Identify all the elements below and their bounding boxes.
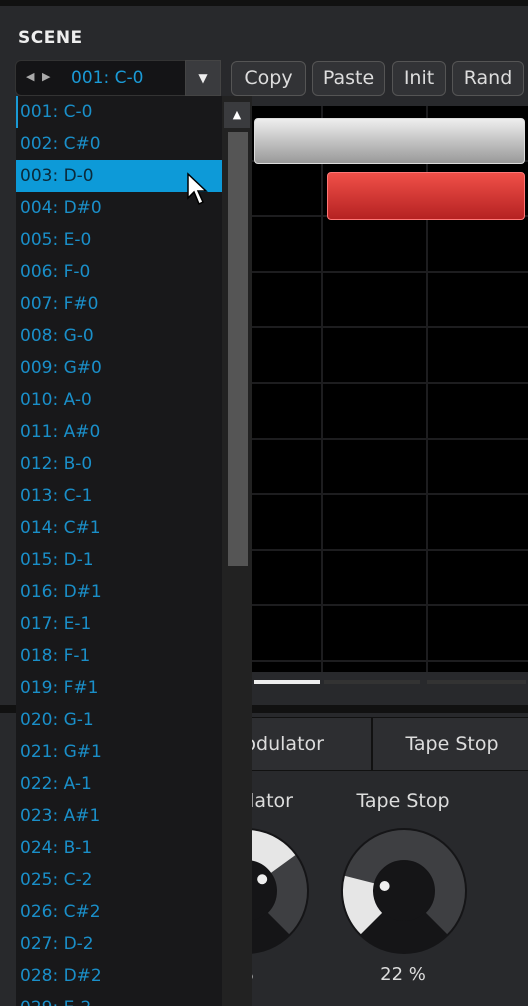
dropdown-item[interactable]: 007: F#0 — [16, 288, 222, 320]
knob-value-tape-stop: 22 % — [380, 964, 426, 985]
dropdown-item[interactable]: 017: E-1 — [16, 608, 222, 640]
knob-center — [374, 861, 434, 921]
dropdown-item[interactable]: 025: C-2 — [16, 864, 222, 896]
dropdown-item[interactable]: 006: F-0 — [16, 256, 222, 288]
dropdown-item[interactable]: 020: G-1 — [16, 704, 222, 736]
grid-line — [321, 106, 323, 672]
dropdown-item[interactable]: 028: D#2 — [16, 960, 222, 992]
grid-line — [252, 270, 528, 273]
paste-button[interactable]: Paste — [312, 61, 385, 96]
grid-line — [252, 660, 528, 662]
rand-button[interactable]: Rand — [452, 61, 524, 96]
init-button[interactable]: Init — [392, 61, 446, 96]
dropdown-item[interactable]: 005: E-0 — [16, 224, 222, 256]
dropdown-item[interactable]: 002: C#0 — [16, 128, 222, 160]
knob-value-arc — [343, 875, 383, 935]
dropdown-item[interactable]: 013: C-1 — [16, 480, 222, 512]
dropdown-item[interactable]: 012: B-0 — [16, 448, 222, 480]
grid-scroll-indicator[interactable] — [254, 680, 320, 684]
grid-line — [252, 493, 528, 496]
dropdown-item[interactable]: 011: A#0 — [16, 416, 222, 448]
scene-title: SCENE — [18, 28, 83, 48]
dropdown-toggle-button[interactable]: ▼ — [185, 60, 221, 96]
scene-selected-value: 001: C-0 — [71, 68, 144, 88]
copy-button[interactable]: Copy — [231, 61, 306, 96]
knob-label-tape-stop: Tape Stop — [356, 790, 450, 812]
dropdown-item[interactable]: 014: C#1 — [16, 512, 222, 544]
dropdown-item[interactable]: 023: A#1 — [16, 800, 222, 832]
dropdown-item[interactable]: 029: E-2 — [16, 992, 222, 1006]
dropdown-item[interactable]: 021: G#1 — [16, 736, 222, 768]
grid-line — [252, 382, 528, 384]
sequencer-grid[interactable] — [252, 106, 528, 672]
dropdown-item[interactable]: 024: B-1 — [16, 832, 222, 864]
dropdown-item[interactable]: 019: F#1 — [16, 672, 222, 704]
dropdown-item[interactable]: 018: F-1 — [16, 640, 222, 672]
red-clip[interactable] — [327, 172, 525, 220]
knob-indicator-dot — [257, 874, 268, 885]
dropdown-item[interactable]: 010: A-0 — [16, 384, 222, 416]
gray-clip[interactable] — [254, 118, 525, 164]
top-border — [0, 0, 528, 6]
grid-scroll-track — [324, 680, 420, 684]
dropdown-item[interactable]: 001: C-0 — [16, 96, 222, 128]
dropdown-item[interactable]: 022: A-1 — [16, 768, 222, 800]
dropdown-item[interactable]: 008: G-0 — [16, 320, 222, 352]
grid-line — [252, 437, 528, 440]
grid-scroll-track — [427, 680, 526, 684]
tape-stop-knob[interactable] — [339, 826, 469, 956]
dropdown-item[interactable]: 016: D#1 — [16, 576, 222, 608]
knob-indicator-dot — [379, 881, 390, 892]
mouse-cursor-icon — [187, 172, 208, 206]
dropdown-item[interactable]: 027: D-2 — [16, 928, 222, 960]
dropdown-item[interactable]: 015: D-1 — [16, 544, 222, 576]
dropdown-item[interactable]: 026: C#2 — [16, 896, 222, 928]
scrollbar-thumb[interactable] — [228, 132, 248, 566]
dropdown-item[interactable]: 009: G#0 — [16, 352, 222, 384]
grid-line — [252, 604, 528, 607]
dropdown-scrollbar[interactable]: ▲ — [222, 96, 252, 1006]
tab-tape-stop[interactable]: Tape Stop — [372, 717, 528, 771]
scene-dropdown-list[interactable]: 001: C-0 002: C#0 003: D-0 004: D#0 005: E-0… — [16, 96, 222, 1006]
scroll-up-icon[interactable]: ▲ — [224, 102, 250, 128]
grid-line — [252, 326, 528, 329]
grid-line — [252, 548, 528, 551]
prev-next-arrows-icon[interactable]: ◀ ▶ — [26, 70, 52, 83]
